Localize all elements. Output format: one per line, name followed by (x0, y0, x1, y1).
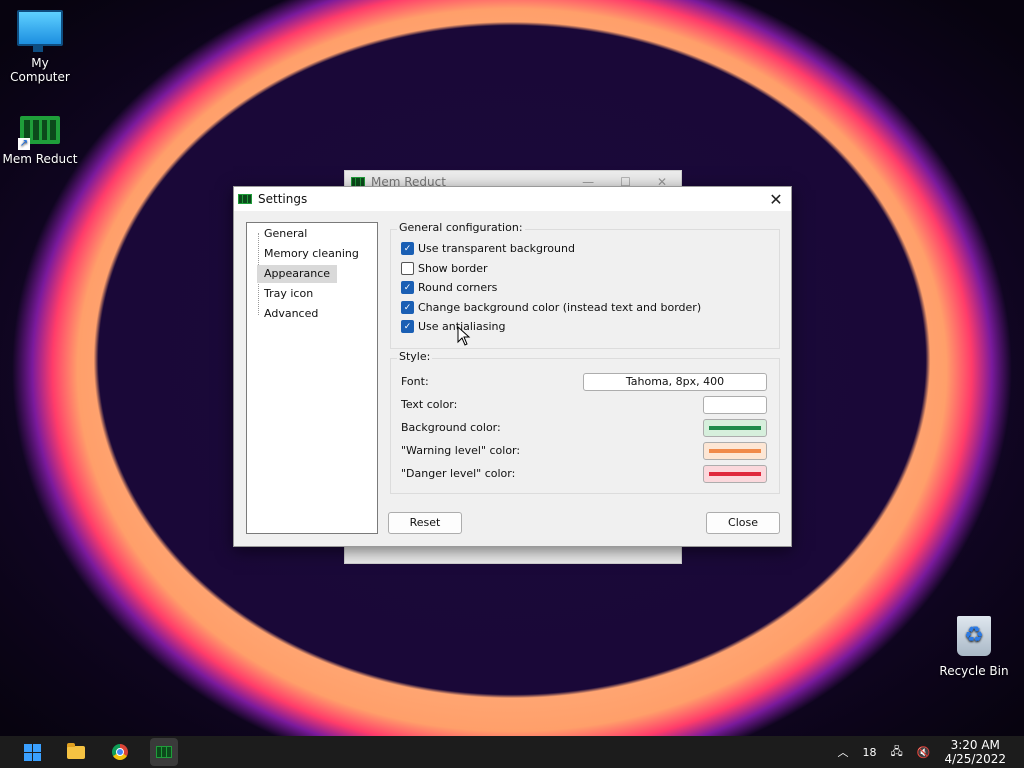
mem-reduct-icon: ↗ (18, 116, 60, 150)
text-color-label: Text color: (401, 398, 458, 411)
nav-item-general[interactable]: General (257, 225, 314, 243)
checkbox-box[interactable] (401, 262, 414, 275)
checkbox-label: Change background color (instead text an… (418, 301, 702, 314)
settings-titlebar: Settings ✕ (234, 187, 791, 211)
desktop-icon-my-computer[interactable]: My Computer (0, 10, 80, 84)
system-tray: ︿ 18 🖧 🔇 3:20 AM 4/25/2022 (838, 738, 1024, 766)
windows-logo-icon (23, 743, 41, 761)
checkbox-round-corners[interactable]: ✓ Round corners (401, 281, 497, 294)
color-swatch (709, 403, 761, 407)
nav-item-memory-cleaning[interactable]: Memory cleaning (257, 245, 366, 263)
taskbar-chrome[interactable] (106, 738, 134, 766)
mouse-cursor-icon (457, 326, 471, 346)
taskbar: ︿ 18 🖧 🔇 3:20 AM 4/25/2022 (0, 736, 1024, 768)
taskbar-file-explorer[interactable] (62, 738, 90, 766)
checkbox-use-antialiasing[interactable]: ✓ Use antialiasing (401, 320, 505, 333)
nav-item-appearance[interactable]: Appearance (257, 265, 338, 283)
style-group: Style: Font: Tahoma, 8px, 400 Text color… (390, 350, 780, 494)
warning-color-button[interactable] (703, 442, 767, 460)
network-icon[interactable]: 🖧 (891, 743, 903, 762)
reset-button[interactable]: Reset (388, 512, 462, 534)
checkbox-box[interactable]: ✓ (401, 320, 414, 333)
general-configuration-group: General configuration: ✓ Use transparent… (390, 221, 780, 349)
computer-icon (17, 10, 63, 52)
checkbox-show-border[interactable]: Show border (401, 262, 488, 275)
chevron-up-icon[interactable]: ︿ (838, 744, 849, 760)
danger-color-label: "Danger level" color: (401, 467, 516, 480)
font-label: Font: (401, 375, 429, 388)
mem-reduct-app-icon (156, 746, 172, 758)
font-button[interactable]: Tahoma, 8px, 400 (583, 373, 767, 391)
checkbox-label: Show border (418, 262, 488, 275)
group-label: Style: (397, 350, 433, 363)
desktop-icon-mem-reduct[interactable]: ↗ Mem Reduct (0, 116, 80, 166)
taskbar-mem-reduct[interactable] (150, 738, 178, 766)
clock-time: 3:20 AM (950, 738, 1000, 752)
color-swatch (709, 449, 761, 453)
warning-color-label: "Warning level" color: (401, 444, 521, 457)
danger-color-button[interactable] (703, 465, 767, 483)
tray-counter[interactable]: 18 (863, 746, 877, 759)
color-swatch (709, 426, 761, 430)
desktop-icon-label: Recycle Bin (939, 664, 1009, 678)
background-color-button[interactable] (703, 419, 767, 437)
settings-dialog: Settings ✕ General Memory cleaning Appea… (233, 186, 792, 547)
dialog-title: Settings (258, 192, 308, 206)
checkbox-box[interactable]: ✓ (401, 301, 414, 314)
checkbox-use-transparent-background[interactable]: ✓ Use transparent background (401, 242, 575, 255)
desktop-icon-label: Mem Reduct (2, 152, 78, 166)
checkbox-box[interactable]: ✓ (401, 281, 414, 294)
checkbox-label: Use transparent background (418, 242, 575, 255)
group-label: General configuration: (397, 221, 525, 234)
checkbox-change-background-color[interactable]: ✓ Change background color (instead text … (401, 301, 701, 314)
folder-icon (67, 742, 85, 759)
clock-date: 4/25/2022 (944, 752, 1006, 766)
background-color-label: Background color: (401, 421, 501, 434)
mem-reduct-app-icon (238, 194, 252, 204)
start-button[interactable] (18, 738, 46, 766)
volume-muted-icon[interactable]: 🔇 (917, 746, 931, 759)
shortcut-arrow-icon: ↗ (18, 138, 30, 150)
chrome-icon (112, 744, 128, 760)
recycle-bin-icon: ♻ (957, 616, 991, 656)
checkbox-box[interactable]: ✓ (401, 242, 414, 255)
close-button[interactable]: Close (706, 512, 780, 534)
color-swatch (709, 472, 761, 476)
text-color-button[interactable] (703, 396, 767, 414)
nav-item-tray-icon[interactable]: Tray icon (257, 285, 320, 303)
desktop-icon-label: My Computer (10, 56, 70, 84)
settings-nav-tree: General Memory cleaning Appearance Tray … (246, 222, 378, 534)
nav-item-advanced[interactable]: Advanced (257, 305, 325, 323)
checkbox-label: Round corners (418, 281, 498, 294)
desktop-icon-recycle-bin[interactable]: ♻ Recycle Bin (934, 616, 1014, 678)
close-icon[interactable]: ✕ (761, 190, 791, 209)
clock[interactable]: 3:20 AM 4/25/2022 (944, 738, 1006, 766)
